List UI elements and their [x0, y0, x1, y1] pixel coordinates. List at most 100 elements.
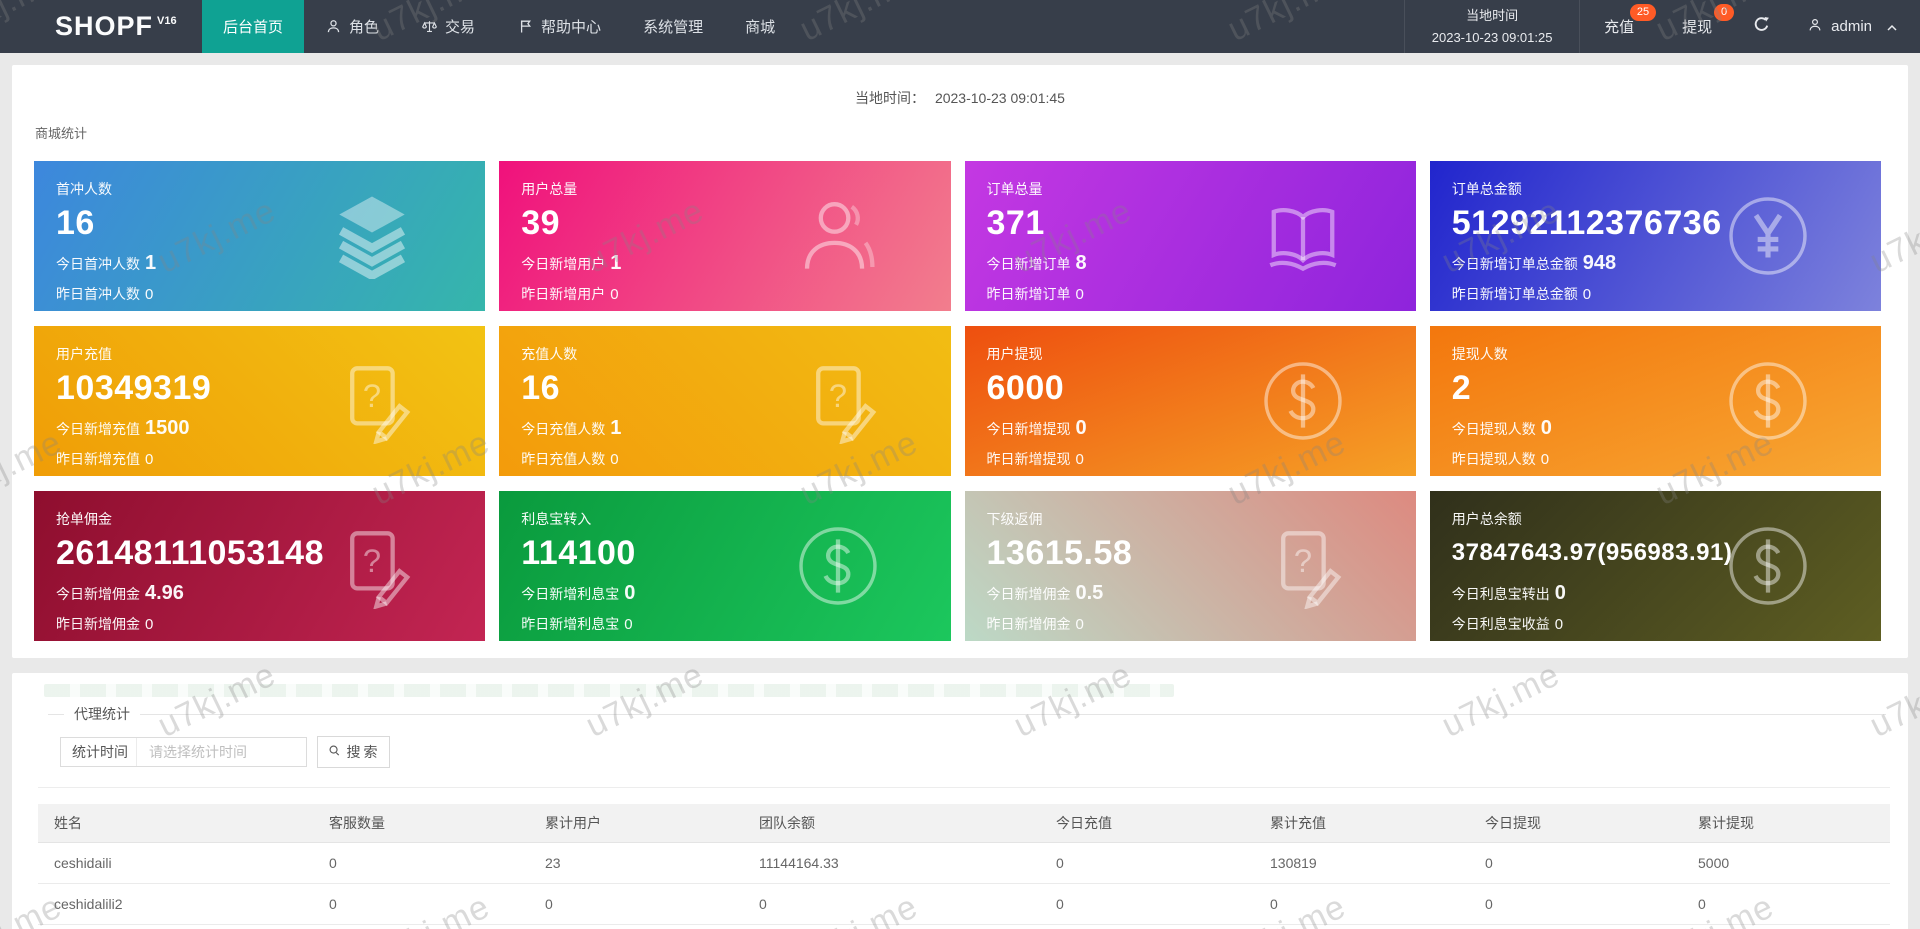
- recharge-badge: 25: [1629, 4, 1657, 21]
- section-title: 商城统计: [35, 126, 88, 141]
- card-value: 371: [986, 204, 1045, 242]
- card-title: 用户总余额: [1451, 511, 1522, 527]
- menu-item-5[interactable]: 系统管理: [622, 0, 724, 53]
- scales-icon: [421, 18, 438, 35]
- stat-card-7: 用户提现 6000 今日新增提现 0 昨日新增提现 0: [964, 326, 1416, 476]
- paper-icon: ?: [1260, 523, 1346, 610]
- table-row: a000010000000: [38, 924, 1890, 929]
- table-cell: 0: [1040, 842, 1254, 884]
- card-subline: 昨日提现人数 0: [1451, 451, 1550, 468]
- dollar-icon: [1725, 358, 1811, 444]
- table-header-cell: 姓名: [38, 804, 313, 843]
- card-value: 51292112376736: [1451, 204, 1722, 242]
- local-time-value: 2023-10-23 09:01:25: [1431, 29, 1553, 45]
- card-title: 首冲人数: [56, 181, 112, 197]
- card-title: 充值人数: [521, 346, 578, 362]
- user-menu[interactable]: admin: [1787, 0, 1920, 53]
- card-subline: 昨日新增用户 0: [521, 286, 619, 303]
- card-subline: 昨日新增佣金 0: [56, 616, 154, 633]
- stat-card-10: 利息宝转入 114100 今日新增利息宝 0 昨日新增利息宝 0: [499, 491, 951, 641]
- card-subline: 今日新增佣金 0.5: [986, 582, 1104, 604]
- card-value: 13615.58: [986, 534, 1133, 572]
- table-header-cell: 今日提现: [1469, 804, 1682, 843]
- agent-stats-panel: 代理统计 统计时间 搜索: [12, 673, 1908, 929]
- agent-table: 姓名 客服数量 累计用户 团队余额 今日充值 累计充值 今日提现 累计提现 ceshidail…: [38, 804, 1890, 929]
- card-subline: 昨日新增提现 0: [986, 451, 1084, 468]
- table-cell: 0: [313, 924, 529, 929]
- table-cell: 0: [1469, 924, 1682, 929]
- card-value: 6000: [986, 369, 1065, 407]
- card-subline: 今日新增提现 0: [986, 417, 1087, 439]
- table-cell: 0: [1040, 883, 1254, 925]
- stat-time-input-group: 统计时间: [60, 737, 307, 767]
- menu-item-1[interactable]: 后台首页: [202, 0, 305, 53]
- stat-card-6: 充值人数 16 今日充值人数 1 昨日充值人数 0?: [499, 326, 951, 476]
- card-subline: 昨日新增订单 0: [986, 286, 1084, 303]
- stat-card-9: 抢单佣金 26148111053148 今日新增佣金 4.96 昨日新增佣金 0?: [34, 491, 486, 641]
- dollar-icon: [1260, 358, 1346, 444]
- app-logo-text: SHOPF: [55, 11, 154, 41]
- stat-time-input[interactable]: [137, 738, 306, 766]
- svg-text:?: ?: [828, 377, 846, 414]
- section-divider: [38, 787, 1890, 788]
- stat-cards-grid: 首冲人数 16 今日首冲人数 1 昨日首冲人数 0 用户总量 39 今日新增用户 1 昨日新增用户 0…: [34, 161, 1881, 641]
- local-time-block: 当地时间 2023-10-23 09:01:25: [1404, 0, 1581, 53]
- card-subline: 今日首冲人数 1: [56, 252, 157, 274]
- table-cell: 0: [1682, 883, 1890, 925]
- local-time-line: 当地时间： 2023-10-23 09:01:45: [12, 65, 1908, 108]
- stat-card-2: 用户总量 39 今日新增用户 1 昨日新增用户 0: [499, 161, 951, 311]
- main-menu: 后台首页 角色 交易 帮助中心 系统管理 商城: [202, 0, 796, 53]
- top-navbar: SHOPF V16 后台首页 角色 交易 帮助中心 系统管理 商城 当地时间 2023-1…: [0, 0, 1920, 53]
- card-title: 用户提现: [986, 346, 1043, 362]
- dollar-icon: [1725, 523, 1811, 609]
- withdraw-nav-item[interactable]: 提现 0: [1668, 0, 1735, 53]
- table-cell: a00001: [38, 924, 313, 929]
- user-icon: [325, 18, 342, 35]
- menu-item-label: 帮助中心: [541, 19, 602, 36]
- table-cell: 23: [529, 842, 743, 884]
- menu-item-2[interactable]: 角色: [304, 0, 400, 53]
- search-button[interactable]: 搜索: [317, 736, 390, 768]
- agent-filter-row: 统计时间 搜索: [60, 736, 1886, 768]
- menu-item-label: 后台首页: [223, 19, 284, 36]
- recharge-label: 充值: [1604, 19, 1635, 36]
- app-logo-version: V16: [157, 14, 177, 27]
- card-value: 114100: [521, 534, 636, 572]
- stat-card-1: 首冲人数 16 今日首冲人数 1 昨日首冲人数 0: [34, 161, 486, 311]
- card-subline: 昨日新增佣金 0: [986, 616, 1084, 633]
- card-title: 用户充值: [56, 346, 112, 362]
- local-time-label: 当地时间: [1466, 8, 1519, 24]
- book-icon: [1260, 193, 1346, 279]
- table-cell: 0: [1254, 883, 1469, 925]
- dollar-icon: [795, 523, 881, 609]
- table-cell: 0: [529, 883, 743, 925]
- menu-item-6[interactable]: 商城: [724, 0, 796, 53]
- card-value: 37847643.97(956983.91): [1451, 539, 1733, 566]
- table-row: ceshidalili2 0 0 0 0 0 0 0: [38, 883, 1890, 925]
- menu-item-label: 角色: [349, 19, 380, 36]
- table-header-cell: 累计充值: [1254, 804, 1469, 843]
- card-value: 10349319: [56, 369, 212, 407]
- menu-item-label: 交易: [445, 19, 476, 36]
- card-subline: 今日充值人数 1: [521, 417, 622, 439]
- table-cell: 5000: [1682, 842, 1890, 884]
- search-button-label: 搜索: [346, 744, 381, 760]
- navbar-right: 当地时间 2023-10-23 09:01:25 充值 25 提现 0 admi…: [1404, 0, 1920, 53]
- table-header-cell: 今日充值: [1040, 804, 1254, 843]
- paper-icon: ?: [329, 523, 415, 610]
- table-header-cell: 累计提现: [1682, 804, 1890, 843]
- card-title: 利息宝转入: [521, 511, 592, 527]
- time-line-label: 当地时间：: [855, 90, 926, 106]
- recharge-nav-item[interactable]: 充值 25: [1590, 0, 1657, 53]
- stat-card-8: 提现人数 2 今日提现人数 0 昨日提现人数 0: [1429, 326, 1881, 476]
- table-cell: 0: [1469, 883, 1682, 925]
- refresh-button[interactable]: [1736, 0, 1787, 53]
- table-cell: ceshidalili2: [38, 883, 313, 925]
- card-subline: 今日提现人数 0: [1451, 417, 1552, 439]
- table-cell: 0: [743, 924, 1040, 929]
- time-line-value: 2023-10-23 09:01:45: [934, 90, 1065, 106]
- table-cell: 11144164.33: [743, 842, 1040, 884]
- card-value: 39: [521, 204, 561, 242]
- menu-item-4[interactable]: 帮助中心: [496, 0, 622, 53]
- menu-item-3[interactable]: 交易: [400, 0, 496, 53]
